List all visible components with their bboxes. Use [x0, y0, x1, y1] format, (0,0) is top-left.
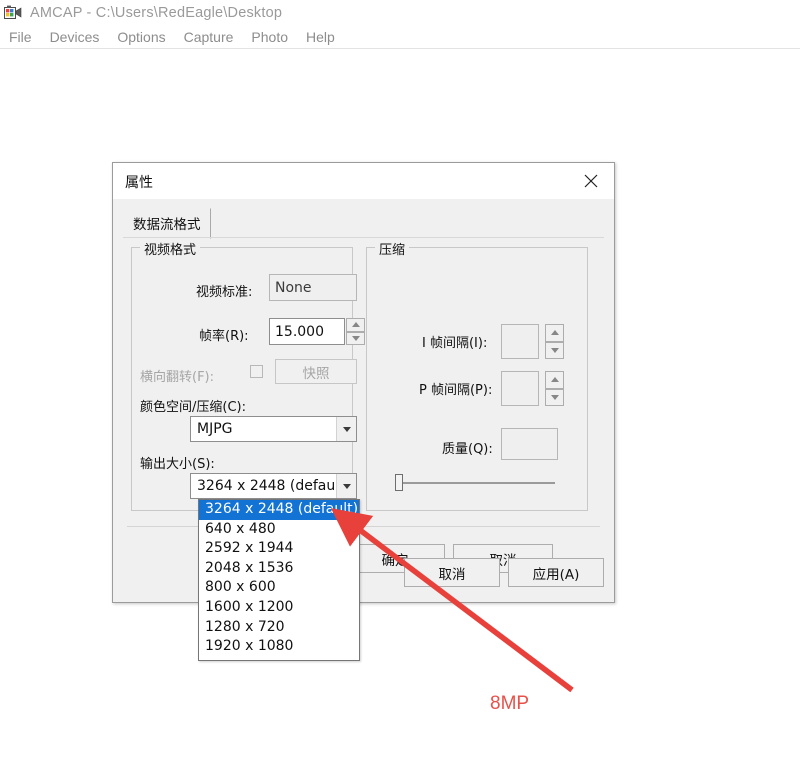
output-size-dropdown-list[interactable]: 3264 x 2448 (default) 640 x 480 2592 x 1… [198, 499, 360, 661]
quality-slider-thumb[interactable] [395, 474, 403, 491]
video-format-group: 视频格式 视频标准: None 帧率(R): 15.000 横向翻转(F): 快… [131, 239, 365, 511]
properties-dialog: 属性 数据流格式 视频格式 视频标准: None 帧率(R): 15.000 横… [112, 162, 615, 603]
menu-item-help[interactable]: Help [297, 29, 344, 45]
compression-group: 压缩 I 帧间隔(I): P 帧间隔(P): 质量(Q): [366, 239, 588, 511]
dropdown-option-4[interactable]: 800 x 600 [199, 578, 359, 598]
apply-button[interactable]: 应用(A) [508, 558, 604, 587]
app-titlebar: AMCAP - C:\Users\RedEagle\Desktop [0, 0, 800, 26]
p-frame-interval-input[interactable] [501, 371, 539, 406]
tab-underline [123, 237, 604, 238]
dropdown-option-2[interactable]: 2592 x 1944 [199, 539, 359, 559]
tabstrip: 数据流格式 [123, 208, 211, 239]
cancel-button-visible[interactable]: 取消 [404, 558, 500, 587]
flip-horizontal-checkbox[interactable] [250, 365, 263, 378]
flip-horizontal-label: 横向翻转(F): [140, 370, 215, 385]
i-frame-spinner-up[interactable] [545, 324, 564, 342]
app-menubar: File Devices Options Capture Photo Help [0, 26, 800, 48]
color-space-label: 颜色空间/压缩(C): [140, 400, 246, 415]
close-icon[interactable] [574, 167, 608, 195]
menu-item-photo[interactable]: Photo [242, 29, 297, 45]
dropdown-option-1[interactable]: 640 x 480 [199, 520, 359, 540]
dropdown-option-6[interactable]: 1280 x 720 [199, 618, 359, 638]
menu-item-devices[interactable]: Devices [41, 29, 109, 45]
output-size-combo-value: 3264 x 2448 (defau [197, 478, 336, 494]
dropdown-option-7[interactable]: 1920 x 1080 [199, 637, 359, 657]
frame-rate-input[interactable]: 15.000 [269, 318, 345, 345]
quality-input[interactable] [501, 428, 558, 460]
i-frame-interval-label: I 帧间隔(I): [422, 336, 488, 351]
dialog-title: 属性 [125, 175, 153, 191]
frame-rate-spinner[interactable] [346, 318, 365, 345]
output-size-combo[interactable]: 3264 x 2448 (defau [190, 473, 357, 499]
color-space-combo[interactable]: MJPG [190, 416, 357, 442]
dropdown-option-5[interactable]: 1600 x 1200 [199, 598, 359, 618]
menu-item-options[interactable]: Options [108, 29, 174, 45]
i-frame-spinner-down[interactable] [545, 341, 564, 359]
dialog-content: 数据流格式 视频格式 视频标准: None 帧率(R): 15.000 横向翻转… [113, 199, 614, 602]
p-frame-spinner-up[interactable] [545, 371, 564, 389]
dialog-titlebar[interactable]: 属性 [113, 163, 614, 199]
p-frame-interval-label: P 帧间隔(P): [419, 383, 493, 398]
compression-group-title: 压缩 [375, 239, 410, 258]
quality-label: 质量(Q): [442, 442, 493, 457]
quality-slider-track[interactable] [395, 482, 555, 484]
p-frame-spinner-down[interactable] [545, 388, 564, 406]
menu-item-capture[interactable]: Capture [175, 29, 243, 45]
app-title: AMCAP - C:\Users\RedEagle\Desktop [30, 5, 283, 21]
menu-item-file[interactable]: File [0, 29, 41, 45]
output-size-label: 输出大小(S): [140, 457, 215, 472]
camcorder-icon [4, 5, 22, 21]
chevron-down-icon[interactable] [336, 474, 356, 498]
frame-rate-spinner-down[interactable] [346, 331, 365, 345]
dropdown-option-0[interactable]: 3264 x 2448 (default) [199, 500, 359, 520]
frame-rate-label: 帧率(R): [199, 329, 249, 344]
video-standard-label: 视频标准: [196, 285, 253, 300]
i-frame-interval-input[interactable] [501, 324, 539, 359]
dropdown-option-3[interactable]: 2048 x 1536 [199, 559, 359, 579]
tab-stream-format[interactable]: 数据流格式 [123, 208, 211, 239]
frame-rate-spinner-up[interactable] [346, 318, 365, 332]
chevron-down-icon[interactable] [336, 417, 356, 441]
video-standard-value: None [269, 274, 357, 301]
i-frame-interval-spinner[interactable] [545, 324, 564, 359]
screen: AMCAP - C:\Users\RedEagle\Desktop File D… [0, 0, 800, 781]
p-frame-interval-spinner[interactable] [545, 371, 564, 406]
video-format-group-title: 视频格式 [140, 239, 201, 258]
color-space-combo-value: MJPG [197, 421, 233, 437]
snapshot-button[interactable]: 快照 [275, 359, 357, 384]
